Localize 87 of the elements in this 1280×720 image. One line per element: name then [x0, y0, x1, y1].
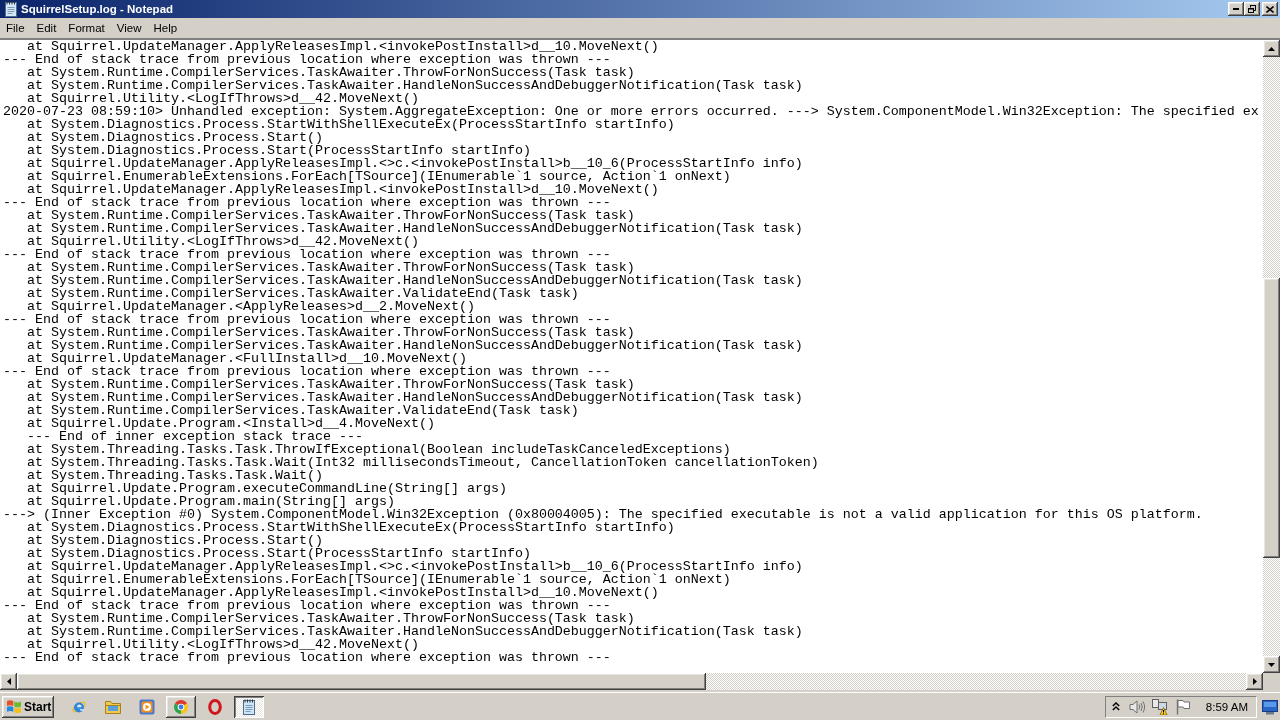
log-line: at System.Runtime.CompilerServices.TaskAwaiter.ThrowForNonSuccess(Task task) [26, 326, 635, 339]
left-triangle-icon [6, 678, 11, 685]
log-line: at System.Threading.Tasks.Task.Wait() [26, 469, 323, 482]
log-line: --- End of stack trace from previous location where exception was thrown --- [3, 196, 611, 209]
scroll-left-button[interactable] [0, 673, 17, 690]
log-line: at System.Runtime.CompilerServices.TaskAwaiter.ValidateEnd(Task task) [26, 287, 579, 300]
menu-item[interactable]: File [0, 19, 31, 37]
log-line: at System.Runtime.CompilerServices.TaskAwaiter.ThrowForNonSuccess(Task task) [26, 612, 635, 625]
log-line: at System.Runtime.CompilerServices.TaskAwaiter.HandleNonSuccessAndDebuggerNotification(Task task) [26, 274, 803, 287]
notepad-icon [3, 1, 19, 17]
up-triangle-icon [1268, 46, 1275, 51]
log-line: --- End of stack trace from previous location where exception was thrown --- [3, 53, 611, 66]
log-line: at System.Runtime.CompilerServices.TaskAwaiter.ValidateEnd(Task task) [26, 404, 579, 417]
log-line: at Squirrel.UpdateManager.ApplyReleasesImpl.<>c.<invokePostInstall>b__10_6(ProcessStartInfo info) [26, 560, 803, 573]
log-line: at Squirrel.UpdateManager.<ApplyReleases>d__2.MoveNext() [26, 300, 475, 313]
log-line: at System.Runtime.CompilerServices.TaskAwaiter.ThrowForNonSuccess(Task task) [26, 378, 635, 391]
menu-item[interactable]: Help [147, 19, 184, 37]
log-line: at System.Runtime.CompilerServices.TaskAwaiter.ThrowForNonSuccess(Task task) [26, 209, 635, 222]
clock-time[interactable]: 8:59 AM [1205, 700, 1248, 713]
log-line: at System.Runtime.CompilerServices.TaskAwaiter.ThrowForNonSuccess(Task task) [26, 66, 635, 79]
log-line: at System.Diagnostics.Process.Start() [26, 131, 323, 144]
log-line: --- End of stack trace from previous location where exception was thrown --- [3, 651, 611, 664]
log-line: at Squirrel.Update.Program.<Install>d__4.MoveNext() [26, 417, 435, 430]
taskbar-button[interactable] [234, 695, 264, 718]
log-line: at System.Diagnostics.Process.Start() [26, 534, 323, 547]
log-line: --- End of stack trace from previous location where exception was thrown --- [3, 365, 611, 378]
log-line: --- End of inner exception stack trace --- [26, 430, 363, 443]
close-icon [1266, 5, 1274, 13]
right-triangle-icon [1252, 678, 1257, 685]
log-line: at System.Diagnostics.Process.StartWithShellExecuteEx(ProcessStartInfo startInfo) [26, 118, 675, 131]
log-line: at Squirrel.Utility.<LogIfThrows>d__42.MoveNext() [26, 92, 419, 105]
minimize-button[interactable] [1228, 2, 1244, 16]
speaker-icon[interactable] [1128, 699, 1145, 714]
down-triangle-icon [1268, 662, 1275, 667]
minimize-icon [1233, 8, 1239, 10]
window-title: SquirrelSetup.log - Notepad [21, 3, 174, 15]
chevron-up-icon[interactable] [1111, 702, 1120, 711]
flag-icon[interactable] [1175, 698, 1190, 715]
log-line: at System.Runtime.CompilerServices.TaskAwaiter.HandleNonSuccessAndDebuggerNotification(Task task) [26, 339, 803, 352]
close-button[interactable] [1262, 2, 1278, 16]
log-line: --- End of stack trace from previous location where exception was thrown --- [3, 313, 611, 326]
ring-icon [208, 698, 222, 715]
log-line: at System.Threading.Tasks.Task.ThrowIfExceptional(Boolean includeTaskCanceledExceptions) [26, 443, 731, 456]
menu-item[interactable]: Format [62, 19, 111, 37]
scroll-right-button[interactable] [1246, 673, 1263, 690]
start-button[interactable]: Start [2, 695, 54, 718]
scrollbar-thumb[interactable] [1263, 278, 1280, 558]
text-area[interactable] [0, 40, 1263, 673]
log-line: at System.Diagnostics.Process.Start(ProcessStartInfo startInfo) [26, 547, 531, 560]
menu-item[interactable]: Edit [30, 19, 63, 37]
folder-icon [105, 699, 121, 714]
log-line: at System.Runtime.CompilerServices.TaskAwaiter.HandleNonSuccessAndDebuggerNotification(Task task) [26, 222, 803, 235]
log-line: at System.Runtime.CompilerServices.TaskAwaiter.HandleNonSuccessAndDebuggerNotification(Task task) [26, 391, 803, 404]
log-line: at Squirrel.Update.Program.executeCommandLine(String[] args) [26, 482, 507, 495]
log-line: at Squirrel.UpdateManager.ApplyReleasesImpl.<invokePostInstall>d__10.MoveNext() [26, 586, 659, 599]
log-line: at System.Runtime.CompilerServices.TaskAwaiter.ThrowForNonSuccess(Task task) [26, 261, 635, 274]
restore-icon [1248, 5, 1256, 13]
log-line: at System.Runtime.CompilerServices.TaskAwaiter.HandleNonSuccessAndDebuggerNotification(Task task) [26, 625, 803, 638]
log-line: at System.Threading.Tasks.Task.Wait(Int32 millisecondsTimeout, CancellationToken cancellationToken) [26, 456, 819, 469]
log-line: --- End of stack trace from previous location where exception was thrown --- [3, 599, 611, 612]
network-warning-icon[interactable] [1151, 698, 1168, 715]
log-line: at Squirrel.Update.Program.main(String[] args) [26, 495, 395, 508]
monitor-icon[interactable] [1262, 698, 1278, 715]
log-line: at Squirrel.UpdateManager.ApplyReleasesImpl.<invokePostInstall>d__10.MoveNext() [26, 183, 659, 196]
log-line: at System.Diagnostics.Process.StartWithShellExecuteEx(ProcessStartInfo startInfo) [26, 521, 675, 534]
log-line: at System.Runtime.CompilerServices.TaskAwaiter.HandleNonSuccessAndDebuggerNotification(Task task) [26, 79, 803, 92]
browser-icon [173, 698, 189, 715]
media-player-icon [139, 698, 155, 715]
scroll-up-button[interactable] [1263, 40, 1280, 57]
scrollbar-thumb[interactable] [17, 673, 706, 690]
restore-button[interactable] [1244, 2, 1260, 16]
log-line: at Squirrel.UpdateManager.ApplyReleasesImpl.<>c.<invokePostInstall>b__10_6(ProcessStartInfo info) [26, 157, 803, 170]
log-line: at System.Diagnostics.Process.Start(ProcessStartInfo startInfo) [26, 144, 531, 157]
scroll-down-button[interactable] [1263, 656, 1280, 673]
log-line: 2020-07-23 08:59:10> Unhandled exception: System.AggregateException: One or more errors occurred. ---> System.ComponentModel.Win32Exception: The specified ex [3, 105, 1259, 118]
notepad-icon [241, 698, 257, 715]
log-line: at Squirrel.EnumerableExtensions.ForEach[TSource](IEnumerable`1 source, Action`1 onNext) [26, 573, 731, 586]
windows-logo-icon [6, 699, 22, 714]
log-line: at Squirrel.Utility.<LogIfThrows>d__42.MoveNext() [26, 638, 419, 651]
log-line: at Squirrel.Utility.<LogIfThrows>d__42.MoveNext() [26, 235, 419, 248]
taskbar-button[interactable] [166, 695, 196, 718]
log-line: at Squirrel.UpdateManager.<FullInstall>d__10.MoveNext() [26, 352, 467, 365]
log-line: --- End of stack trace from previous location where exception was thrown --- [3, 248, 611, 261]
log-line: ---> (Inner Exception #0) System.ComponentModel.Win32Exception (0x80004005): The specified executable is not a valid application for this OS platform. [3, 508, 1203, 521]
log-line: at Squirrel.EnumerableExtensions.ForEach[TSource](IEnumerable`1 source, Action`1 onNext) [26, 170, 731, 183]
log-line: at Squirrel.UpdateManager.ApplyReleasesImpl.<invokePostInstall>d__10.MoveNext() [26, 40, 659, 53]
menu-item[interactable]: View [110, 19, 148, 37]
